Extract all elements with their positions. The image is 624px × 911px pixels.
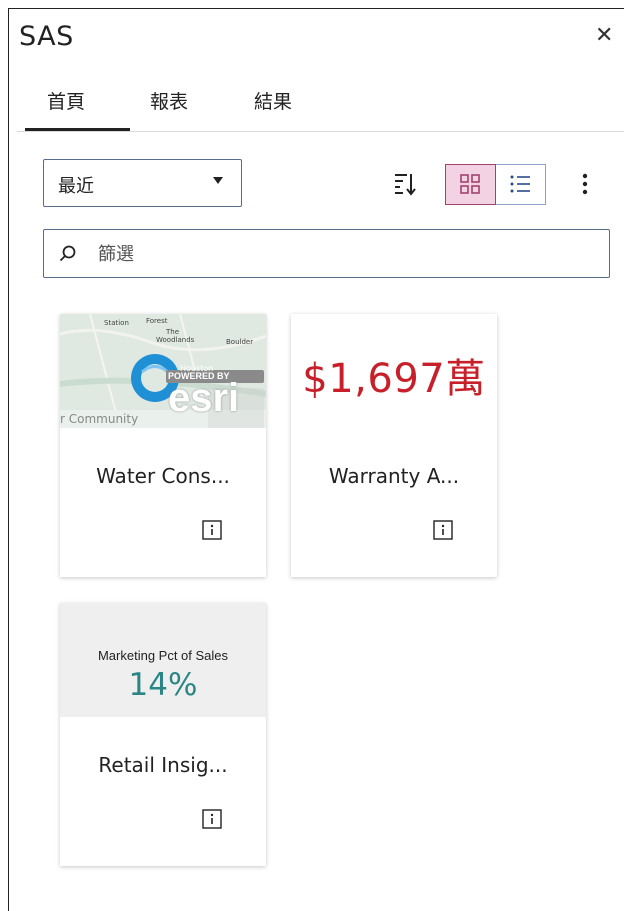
active-tab-indicator bbox=[25, 128, 130, 131]
kpi-value: $1,697萬 bbox=[302, 356, 486, 402]
kpi-label: Marketing Pct of Sales bbox=[97, 648, 229, 663]
report-card-retail[interactable]: Marketing Pct of Sales 14% Retail Insig.… bbox=[60, 603, 266, 866]
sort-select[interactable]: 最近 bbox=[43, 159, 242, 207]
filter-input[interactable] bbox=[96, 238, 600, 270]
more-options-button[interactable] bbox=[575, 169, 595, 199]
info-button[interactable] bbox=[202, 520, 222, 540]
list-view-button[interactable] bbox=[496, 164, 546, 205]
tab-results[interactable]: 結果 bbox=[254, 87, 292, 114]
esri-logo: esri bbox=[168, 376, 240, 420]
map-label: Boulder bbox=[226, 338, 254, 346]
sort-select-value: 最近 bbox=[58, 176, 94, 197]
sas-pane: SAS ✕ 首頁 報表 結果 最近 篩選 Station Forest The … bbox=[8, 8, 624, 911]
map-thumbnail: Station Forest The Woodlands Boulder Hou… bbox=[60, 314, 266, 428]
info-icon bbox=[202, 809, 222, 829]
map-attribution: r Community bbox=[60, 412, 139, 426]
report-card-water[interactable]: Station Forest The Woodlands Boulder Hou… bbox=[60, 314, 266, 577]
tab-bar: 首頁 報表 結果 bbox=[17, 79, 624, 132]
sort-icon bbox=[395, 174, 416, 196]
kpi-value: 14% bbox=[128, 667, 198, 703]
list-view-icon bbox=[510, 175, 530, 193]
chevron-down-icon bbox=[213, 177, 223, 184]
info-icon bbox=[202, 520, 222, 540]
more-vertical-icon bbox=[582, 173, 588, 195]
tile-view-button[interactable] bbox=[445, 164, 496, 205]
map-label: Station bbox=[104, 319, 129, 327]
search-icon bbox=[59, 245, 76, 262]
filter-field[interactable] bbox=[43, 229, 610, 278]
map-label: Woodlands bbox=[156, 336, 195, 344]
close-button[interactable]: ✕ bbox=[595, 25, 613, 47]
kpi-thumbnail: $1,697萬 bbox=[291, 314, 497, 428]
tab-home[interactable]: 首頁 bbox=[47, 87, 85, 114]
map-label: Forest bbox=[146, 317, 168, 325]
info-icon bbox=[433, 520, 453, 540]
info-button[interactable] bbox=[202, 809, 222, 829]
info-button[interactable] bbox=[433, 520, 453, 540]
close-icon: ✕ bbox=[595, 23, 614, 48]
report-card-warranty[interactable]: $1,697萬 Warranty A... bbox=[291, 314, 497, 577]
card-title: Water Cons... bbox=[96, 464, 230, 488]
app-title: SAS bbox=[19, 21, 74, 52]
tab-reports[interactable]: 報表 bbox=[150, 87, 188, 114]
grid-view-icon bbox=[460, 174, 480, 194]
map-label: The bbox=[166, 328, 180, 336]
kpi-thumbnail: Marketing Pct of Sales 14% bbox=[60, 603, 266, 717]
sort-button[interactable] bbox=[393, 170, 417, 196]
card-title: Retail Insig... bbox=[98, 753, 228, 777]
card-title: Warranty A... bbox=[328, 464, 460, 488]
